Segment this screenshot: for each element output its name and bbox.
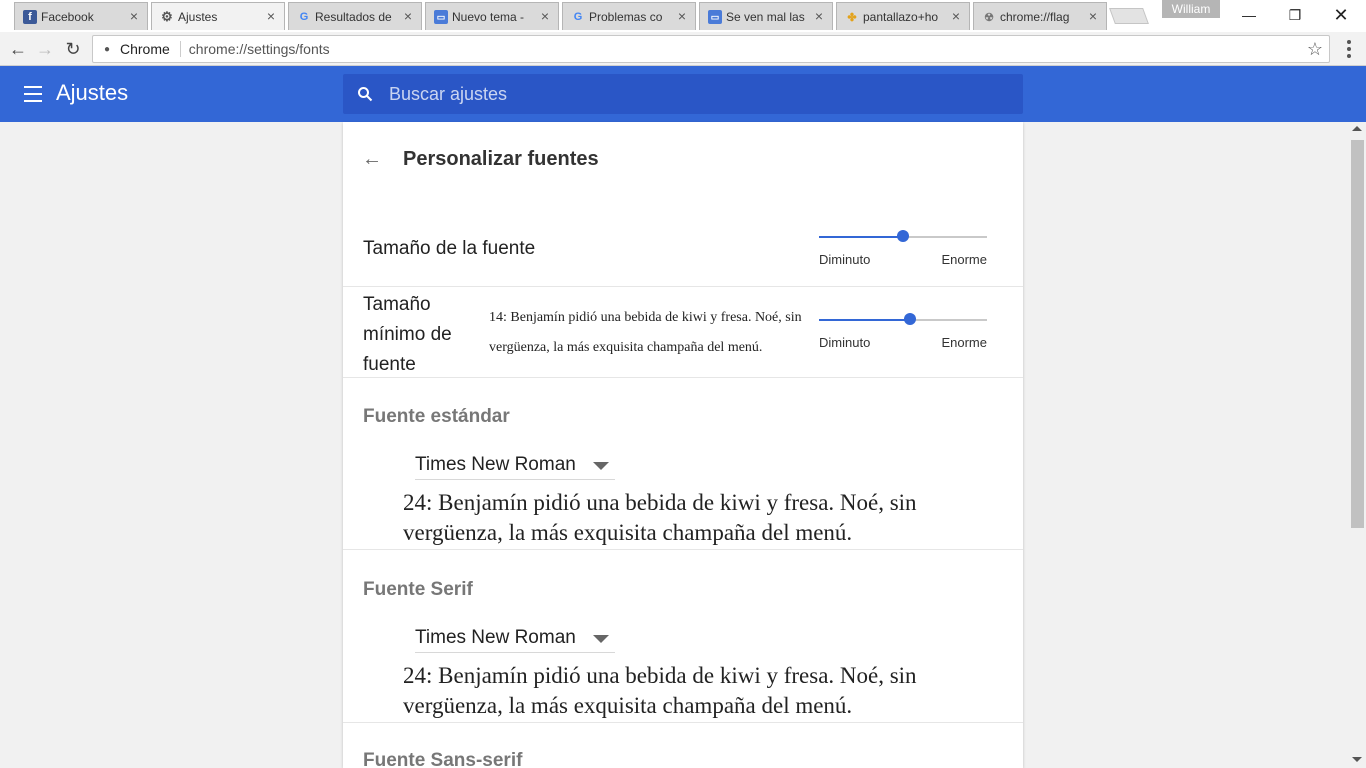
search-icon: [358, 87, 373, 102]
slider-min-label: Diminuto: [819, 252, 871, 267]
google-icon: G: [299, 11, 309, 23]
tab-title: Facebook: [41, 9, 94, 24]
browser-toolbar: ← → ↻ ● Chrome chrome://settings/fonts ☆: [0, 32, 1366, 66]
tab-nuevo-tema[interactable]: ▭ Nuevo tema - ×: [425, 2, 559, 30]
close-tab-icon[interactable]: ×: [812, 9, 826, 23]
min-font-size-label-line: mínimo de: [363, 324, 452, 345]
omnibox-chip: Chrome: [120, 41, 181, 57]
serif-font-dropdown[interactable]: Times New Roman: [415, 623, 615, 653]
tab-flags[interactable]: ☢ chrome://flag ×: [973, 2, 1107, 30]
tab-title: chrome://flag: [1000, 9, 1070, 24]
min-font-size-label-line: Tamaño: [363, 294, 431, 315]
chevron-down-icon: [593, 462, 609, 470]
font-size-label: Tamaño de la fuente: [363, 238, 536, 259]
scroll-down-icon[interactable]: [1352, 757, 1362, 762]
forward-icon[interactable]: →: [33, 37, 57, 61]
chrome-page-icon: ●: [103, 43, 111, 55]
tab-title: pantallazo+ho: [863, 9, 939, 24]
tab-pantallazo[interactable]: ✤ pantallazo+ho ×: [836, 2, 970, 30]
close-window-icon[interactable]: ✕: [1318, 0, 1364, 30]
standard-font-sample: 24: Benjamín pidió una bebida de kiwi y …: [403, 490, 917, 545]
serif-font-title: Fuente Serif: [363, 579, 473, 600]
close-tab-icon[interactable]: ×: [675, 9, 689, 23]
tab-title: Nuevo tema -: [452, 9, 525, 24]
min-font-size-slider[interactable]: Diminuto Enorme: [819, 313, 987, 357]
slider-max-label: Enorme: [941, 252, 987, 267]
gear-icon: ⚙: [161, 9, 173, 24]
close-tab-icon[interactable]: ×: [401, 9, 415, 23]
standard-font-dropdown[interactable]: Times New Roman: [415, 450, 615, 480]
close-tab-icon[interactable]: ×: [949, 9, 963, 23]
settings-header: Ajustes: [0, 66, 1366, 122]
tab-resultados[interactable]: G Resultados de ×: [288, 2, 422, 30]
font-size-slider[interactable]: Diminuto Enorme: [819, 230, 987, 274]
browser-menu-icon[interactable]: [1340, 37, 1358, 61]
pinwheel-icon: ✤: [847, 11, 857, 24]
divider: [343, 549, 1023, 550]
slider-knob[interactable]: [897, 230, 909, 242]
min-font-size-label-line: fuente: [363, 354, 416, 375]
reload-icon[interactable]: ↻: [61, 37, 85, 61]
sans-serif-font-title: Fuente Sans-serif: [363, 750, 523, 768]
slider-min-label: Diminuto: [819, 335, 871, 350]
google-icon: G: [573, 11, 583, 23]
divider: [343, 286, 1023, 287]
chat-icon: ▭: [708, 10, 722, 24]
tab-problemas[interactable]: G Problemas co ×: [562, 2, 696, 30]
slider-fill: [819, 236, 903, 238]
search-input[interactable]: [389, 74, 1009, 114]
fonts-card: ← Personalizar fuentes Tamaño de la fuen…: [343, 122, 1023, 768]
scroll-thumb[interactable]: [1351, 140, 1364, 528]
tab-strip: f Facebook × ⚙ Ajustes × G Resultados de…: [0, 0, 1366, 32]
chevron-down-icon: [593, 635, 609, 643]
divider: [343, 377, 1023, 378]
dropdown-value: Times New Roman: [415, 453, 576, 475]
divider: [343, 722, 1023, 723]
dropdown-value: Times New Roman: [415, 626, 576, 648]
restore-icon[interactable]: ❐: [1272, 0, 1318, 30]
back-arrow-icon[interactable]: ←: [361, 148, 383, 170]
new-tab-button[interactable]: [1109, 8, 1149, 24]
tab-title: Resultados de: [315, 9, 392, 24]
close-tab-icon[interactable]: ×: [264, 9, 278, 23]
slider-max-label: Enorme: [941, 335, 987, 350]
omnibox-url[interactable]: chrome://settings/fonts: [189, 41, 330, 57]
tab-facebook[interactable]: f Facebook ×: [14, 2, 148, 30]
slider-fill: [819, 319, 910, 321]
search-box[interactable]: [343, 74, 1023, 114]
min-font-size-label: Tamaño mínimo de fuente: [363, 290, 452, 380]
facebook-icon: f: [23, 10, 37, 24]
header-title: Ajustes: [56, 80, 129, 105]
back-icon[interactable]: ←: [6, 37, 30, 61]
close-tab-icon[interactable]: ×: [538, 9, 552, 23]
hamburger-menu-icon[interactable]: [24, 86, 42, 102]
page-title: Personalizar fuentes: [403, 148, 599, 170]
chat-icon: ▭: [434, 10, 448, 24]
omnibox[interactable]: ● Chrome chrome://settings/fonts ☆: [92, 35, 1330, 63]
tab-title: Se ven mal las: [726, 9, 805, 24]
tab-title: Problemas co: [589, 9, 663, 24]
bookmark-star-icon[interactable]: ☆: [1307, 39, 1323, 60]
page-scrollbar[interactable]: [1349, 122, 1366, 768]
profile-badge[interactable]: William: [1162, 0, 1220, 18]
minimize-icon[interactable]: —: [1226, 0, 1272, 30]
tab-title: Ajustes: [178, 9, 218, 24]
min-font-size-sample: 14: Benjamín pidió una bebida de kiwi y …: [489, 310, 802, 355]
slider-knob[interactable]: [903, 313, 916, 325]
close-tab-icon[interactable]: ×: [127, 9, 141, 23]
standard-font-title: Fuente estándar: [363, 406, 510, 427]
tab-se-ven-mal[interactable]: ▭ Se ven mal las ×: [699, 2, 833, 30]
scroll-up-icon[interactable]: [1352, 126, 1362, 131]
close-tab-icon[interactable]: ×: [1086, 9, 1100, 23]
serif-font-sample: 24: Benjamín pidió una bebida de kiwi y …: [403, 663, 917, 718]
flags-icon: ☢: [984, 11, 994, 24]
tab-ajustes[interactable]: ⚙ Ajustes ×: [151, 2, 285, 30]
